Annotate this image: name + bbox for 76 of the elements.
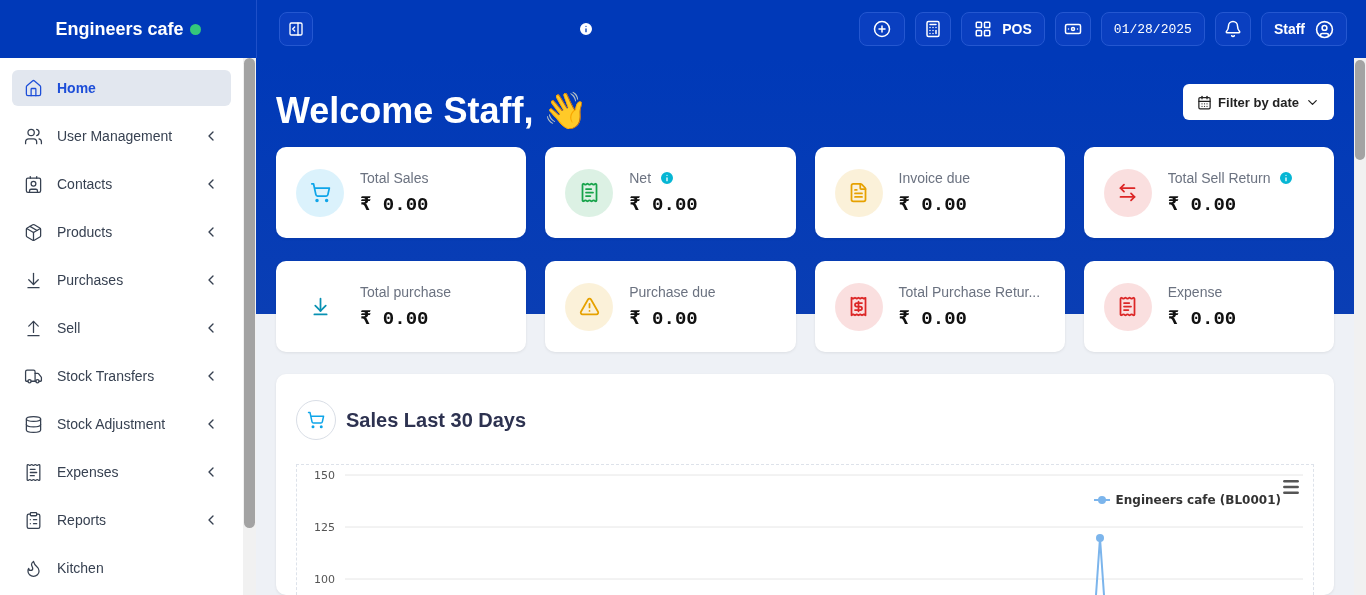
users-icon xyxy=(24,126,43,146)
sales-line-drawing xyxy=(1095,534,1105,595)
stat-label: Net xyxy=(629,169,652,186)
contacts-icon xyxy=(24,174,43,194)
sidebar-label: Home xyxy=(57,80,97,96)
bell-icon xyxy=(1223,20,1242,38)
purchases-icon xyxy=(24,270,43,290)
calendar-icon xyxy=(1197,94,1213,110)
scrollbar[interactable] xyxy=(1355,60,1365,160)
stat-value: ₹ 0.00 xyxy=(629,306,699,330)
sidebar-item[interactable]: Kitchen xyxy=(12,550,231,586)
scrollbar[interactable] xyxy=(244,58,255,528)
reports-icon xyxy=(24,510,43,530)
axis-tick-label: 100 xyxy=(314,573,335,586)
stat-value: ₹ 0.00 xyxy=(1167,306,1237,330)
adjustment-icon xyxy=(24,414,43,434)
sidebar-label: Contacts xyxy=(57,176,114,192)
sidebar-item[interactable]: Purchases xyxy=(12,262,231,298)
stat-value: ₹ 0.00 xyxy=(898,306,968,330)
user-icon xyxy=(1315,19,1334,39)
stat-label: Expense xyxy=(1167,283,1223,300)
welcome-heading: Welcome Staff, 👋 xyxy=(276,90,589,132)
calculator-icon xyxy=(924,20,943,38)
sidebar-item[interactable]: Reports xyxy=(12,502,231,538)
user-button[interactable]: Staff xyxy=(1260,12,1347,46)
sidebar-label: Reports xyxy=(57,512,108,528)
sidebar-item[interactable]: Contacts xyxy=(12,166,231,202)
sell-icon xyxy=(24,318,43,338)
cash-button[interactable] xyxy=(1054,12,1091,46)
stat-value: ₹ 0.00 xyxy=(898,192,968,216)
sidebar-label: User Management xyxy=(57,128,174,144)
sidebar-toggle-button[interactable] xyxy=(279,12,313,46)
stat-label: Invoice due xyxy=(898,169,971,186)
stat-value: ₹ 0.00 xyxy=(629,192,698,216)
kitchen-icon xyxy=(24,558,43,578)
home-icon xyxy=(24,78,43,98)
stat-value: ₹ 0.00 xyxy=(360,306,430,330)
products-icon xyxy=(24,222,43,242)
sidebar-label: Kitchen xyxy=(57,560,105,576)
sidebar-item[interactable]: Stock Transfers xyxy=(12,358,231,394)
notifications-button[interactable] xyxy=(1214,12,1251,46)
stat-value: ₹ 0.00 xyxy=(360,192,429,216)
stat-label: Total Sell Return xyxy=(1167,169,1271,186)
menu-icon[interactable] xyxy=(1281,477,1301,497)
sidebar-label: Stock Transfers xyxy=(57,368,156,384)
sidebar-item[interactable]: Stock Adjustment xyxy=(12,406,231,442)
stat-label: Total Purchase Retur... xyxy=(898,283,1041,300)
sidebar-item[interactable]: User Management xyxy=(12,118,231,154)
sidebar-label: Sell xyxy=(57,320,82,336)
legend-label[interactable]: Engineers cafe (BL0001) xyxy=(1115,493,1281,507)
sidebar-label: Stock Adjustment xyxy=(57,416,167,432)
stat-label: Purchase due xyxy=(629,283,716,300)
axis-tick-label: 150 xyxy=(314,469,335,482)
sidebar-item[interactable]: Sell xyxy=(12,310,231,346)
panel-icon xyxy=(288,21,304,37)
pos-button[interactable]: POS xyxy=(961,12,1045,46)
sidebar-item[interactable]: Expenses xyxy=(12,454,231,490)
grid-icon xyxy=(974,20,993,38)
sidebar-label: Products xyxy=(57,224,114,240)
info-icon[interactable] xyxy=(578,21,595,37)
calculator-button[interactable] xyxy=(915,12,952,46)
expenses-icon xyxy=(24,462,43,482)
axis-tick-label: 125 xyxy=(314,521,335,534)
stat-label: Total Sales xyxy=(360,169,429,186)
filter-button[interactable]: Filter by date xyxy=(1183,84,1334,120)
stat-value: ₹ 0.00 xyxy=(1167,192,1238,216)
add-button[interactable] xyxy=(859,12,906,46)
plus-icon xyxy=(873,20,892,38)
sidebar-label: Expenses xyxy=(57,464,120,480)
sidebar-item[interactable]: Home xyxy=(12,70,231,106)
chart-title: Sales Last 30 Days xyxy=(346,408,527,432)
sidebar-label: Purchases xyxy=(57,272,125,288)
sidebar-item[interactable]: Products xyxy=(12,214,231,250)
brand-name: Engineers cafe xyxy=(55,18,184,40)
stat-label: Total purchase xyxy=(360,283,452,300)
date-button[interactable]: 01/28/2025 xyxy=(1100,12,1205,46)
